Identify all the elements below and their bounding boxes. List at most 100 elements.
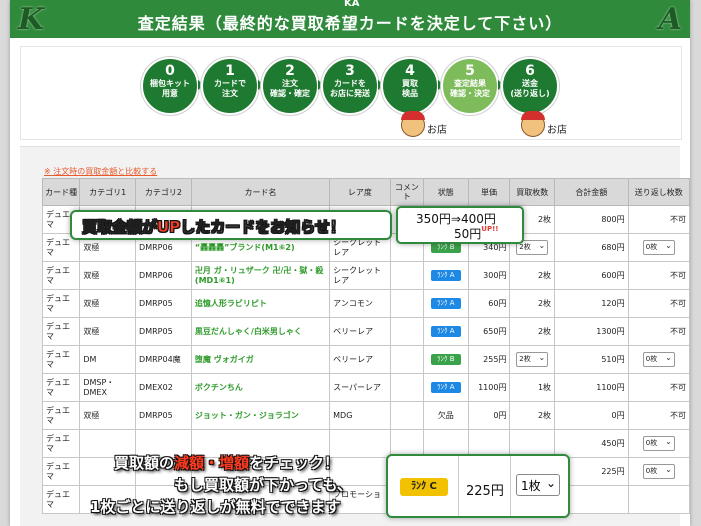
unit-price-cell: 1100円 — [467, 373, 511, 402]
return-cell — [627, 485, 690, 514]
quantity-cell: 2枚 — [509, 345, 556, 374]
shop-label: お店 — [547, 125, 567, 136]
rank-badge: ﾗﾝｸ A — [430, 298, 461, 309]
column-header: レア度 — [329, 178, 391, 206]
step-label: カードで 注文 — [214, 79, 246, 98]
rank-badge: ﾗﾝｸ C — [400, 478, 448, 496]
total-cell: 680円 — [554, 233, 629, 262]
step-5: 5 査定結果 確認・決定 — [441, 57, 499, 115]
step-1: 1 カードで 注文 — [201, 57, 259, 115]
mascot-icon — [401, 111, 425, 137]
quantity-text: 2枚 — [537, 326, 552, 336]
step-number: 5 — [465, 63, 475, 79]
mascot-icon — [521, 111, 545, 137]
quantity-text: 2枚 — [537, 298, 552, 308]
compare-link[interactable]: ※ 注文時の買取金額と比較する — [44, 166, 157, 177]
card-name-cell: ボクチンちん — [190, 373, 331, 402]
progress-steps: 0 梱包キット 用意 1 カードで 注文 2 注文 確認・確定 3 カードを お店に発送 4 買取… — [20, 46, 682, 140]
unit-price-cell: 650円 — [467, 317, 511, 346]
quantity-cell: 1枚 — [509, 373, 556, 402]
page-frame: K KA 査定結果（最終的な買取希望カードを決定して下さい） A 0 梱包キット … — [10, 0, 690, 526]
step-label: カードを お店に発送 — [330, 79, 370, 98]
column-header: 買取枚数 — [509, 178, 556, 206]
rank-badge: ﾗﾝｸ A — [430, 382, 461, 393]
rank-badge: ﾗﾝｸ A — [430, 326, 461, 337]
quantity-select[interactable]: 1枚 — [516, 472, 560, 496]
step-3: 3 カードを お店に発送 — [321, 57, 379, 115]
table-row: デュエマ DMSP・DMEX DMEX02 ボクチンちん スーパーレア ﾗﾝｸ A 1100… — [41, 373, 690, 402]
card-kind-cell: デュエマ — [41, 317, 81, 346]
category2-cell: DMRP05 — [135, 317, 192, 346]
column-header: カテゴリ2 — [135, 178, 192, 206]
comment-cell — [389, 373, 425, 402]
rank-text: 欠品 — [437, 410, 454, 420]
step-2: 2 注文 確認・確定 — [261, 57, 319, 115]
card-kind-cell: デュエマ — [41, 345, 81, 374]
rank-cell: ﾗﾝｸ A — [423, 289, 469, 318]
return-cell: 0枚 — [627, 345, 690, 374]
step-label: 査定結果 確認・決定 — [450, 79, 490, 98]
check-line-2: もし買取額が下かっても、 — [174, 476, 353, 494]
card-name-cell: 追憶人形ラビリピト — [190, 289, 331, 318]
return-select[interactable]: 0枚 — [642, 351, 675, 367]
total-cell: 120円 — [554, 289, 629, 318]
page-title: 査定結果（最終的な買取希望カードを決定して下さい） — [137, 14, 563, 33]
step-4: 4 買取 検品 — [381, 57, 439, 115]
crest-logo: KA — [344, 0, 360, 9]
total-cell: 510円 — [554, 345, 629, 374]
return-select[interactable]: 0枚 — [642, 435, 675, 451]
return-select[interactable]: 0枚 — [642, 239, 675, 255]
return-text: 不可 — [670, 410, 686, 420]
step-number: 3 — [345, 63, 355, 79]
quantity-cell: 2枚 — [509, 401, 556, 430]
shop-label: お店 — [427, 125, 447, 136]
step-number: 0 — [165, 63, 175, 79]
quantity-cell: 2枚 — [509, 317, 556, 346]
up-notice-text: 買取金額がUPしたカードをお知らせ！ — [82, 218, 346, 237]
step-number: 1 — [225, 63, 235, 79]
quantity-select[interactable]: 2枚 — [516, 351, 549, 367]
zoom-detail-box: ﾗﾝｸ C 225円 1枚 — [386, 454, 570, 518]
step-number: 6 — [525, 63, 535, 79]
quantity-text: 2枚 — [537, 270, 552, 280]
table-row: デュエマ 双極 DMRP05 黒豆だんしゃく/白米男しゃく ベリーレア ﾗﾝｸ A 650円… — [41, 317, 690, 346]
total-cell: 800円 — [554, 205, 629, 234]
total-cell: 0円 — [554, 401, 629, 430]
card-name-cell: 黒豆だんしゃく/白米男しゃく — [190, 317, 331, 346]
zoom-price: 225円 — [466, 484, 504, 499]
return-cell: 不可 — [627, 317, 690, 346]
rank-cell: ﾗﾝｸ A — [423, 261, 469, 290]
card-name-cell: 卍月 ガ・リュザーク 卍/卍・獄・殺(MD1⑥1) — [190, 261, 331, 290]
step-label: 送金 (送り返し) — [510, 79, 550, 98]
quantity-text: 1枚 — [537, 382, 552, 392]
rank-cell: ﾗﾝｸ A — [423, 317, 469, 346]
rank-cell: ﾗﾝｸ B — [423, 345, 469, 374]
rarity-cell: シークレットレア — [329, 261, 391, 290]
price-change-box: 350円⇒400円 50円UP!! — [396, 206, 524, 244]
table-row: デュエマDMDMRP04魔堕魔 ヴォガイガベリーレア ﾗﾝｸ B 255円 2枚 510… — [41, 345, 690, 374]
header-bar: K KA 査定結果（最終的な買取希望カードを決定して下さい） A — [10, 0, 690, 38]
return-cell: 0枚 — [627, 429, 690, 458]
unit-price-cell: 300円 — [467, 261, 511, 290]
category1-cell: 双極 — [79, 289, 137, 318]
category1-cell: 双極 — [79, 261, 137, 290]
step-label: 注文 確認・確定 — [270, 79, 310, 98]
category2-cell: DMRP05 — [135, 401, 192, 430]
return-cell: 不可 — [627, 289, 690, 318]
rank-cell: 欠品 — [423, 401, 469, 430]
comment-cell — [389, 345, 425, 374]
table-row: デュエマ 双極 DMRP05 追憶人形ラビリピト アンコモン ﾗﾝｸ A 60円 2枚 120円… — [41, 289, 690, 318]
card-kind-cell: デュエマ — [41, 373, 81, 402]
price-diff-line: 50円UP!! — [454, 225, 499, 241]
category1-cell: 双極 — [79, 317, 137, 346]
return-select[interactable]: 0枚 — [642, 463, 675, 479]
rank-badge: ﾗﾝｸ B — [430, 354, 461, 365]
column-header: カテゴリ1 — [79, 178, 137, 206]
logo-a: A — [658, 2, 682, 37]
divider — [510, 456, 511, 516]
unit-price-cell: 60円 — [467, 289, 511, 318]
category1-cell: 双極 — [79, 401, 137, 430]
column-header: コメント — [389, 178, 425, 206]
category1-cell: DM — [79, 345, 137, 374]
quantity-cell: 2枚 — [509, 261, 556, 290]
